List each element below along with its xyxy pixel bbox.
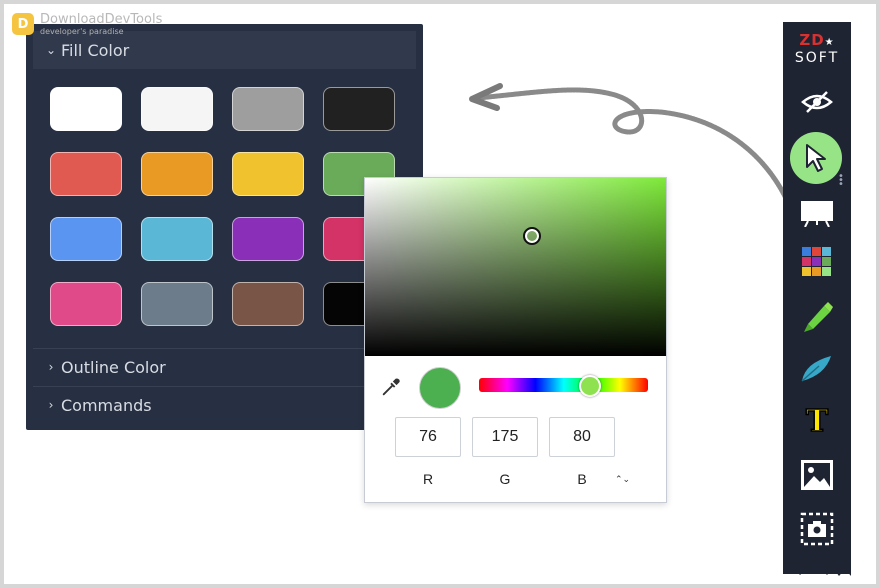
highlighter-tool-button[interactable]	[793, 296, 841, 338]
logo-zd-text: ZD	[799, 31, 825, 49]
text-tool-button[interactable]: T	[793, 400, 841, 442]
saturation-value-area[interactable]	[365, 178, 666, 356]
color-palette-tool-button[interactable]	[793, 241, 841, 283]
hide-icon	[801, 91, 833, 113]
pen-icon	[801, 356, 831, 382]
blue-input[interactable]: 80	[549, 417, 615, 457]
hue-slider-handle[interactable]	[579, 375, 601, 397]
watermark-logo-icon: D	[12, 13, 34, 35]
image-tool-button[interactable]	[793, 454, 841, 496]
color-mode-toggle[interactable]: ⌃⌄	[615, 471, 630, 485]
screenshot-icon	[800, 512, 834, 546]
saturation-cursor[interactable]	[523, 227, 541, 245]
zdsoft-logo: ZD★ SOFT	[783, 32, 851, 65]
tool-sidebar: ZD★ SOFT • • • T	[783, 22, 851, 574]
color-picker: 76 175 80 R G B ⌃⌄	[364, 177, 667, 503]
color-palette-icon	[802, 247, 831, 276]
pointer-tool-button[interactable]	[790, 132, 842, 184]
green-label: G	[499, 471, 511, 487]
whiteboard-icon	[801, 201, 833, 227]
hide-tool-button[interactable]	[793, 81, 841, 123]
highlighter-icon	[804, 302, 833, 332]
screenshot-tool-button[interactable]	[793, 508, 841, 550]
red-input[interactable]: 76	[395, 417, 461, 457]
watermark-title: DownloadDevTools	[40, 12, 163, 27]
up-down-chevron-icon: ⌃⌄	[615, 475, 631, 485]
more-options-icon[interactable]: • • •	[838, 172, 844, 190]
torn-edge-decoration	[783, 562, 851, 576]
logo-star-icon: ★	[824, 37, 835, 48]
logo-soft-text: SOFT	[794, 50, 840, 66]
watermark: D DownloadDevTools developer's paradise	[12, 13, 162, 37]
hue-slider[interactable]	[479, 378, 648, 392]
text-icon: T	[805, 403, 829, 440]
eyedropper-icon[interactable]	[380, 376, 402, 398]
watermark-subtitle: developer's paradise	[40, 27, 124, 36]
green-input[interactable]: 175	[472, 417, 538, 457]
red-label: R	[422, 471, 434, 487]
blue-label: B	[577, 471, 587, 487]
pointer-icon	[806, 144, 826, 172]
image-icon	[801, 460, 833, 490]
whiteboard-tool-button[interactable]	[793, 192, 841, 234]
pen-tool-button[interactable]	[793, 347, 841, 389]
color-preview-swatch	[419, 367, 461, 409]
